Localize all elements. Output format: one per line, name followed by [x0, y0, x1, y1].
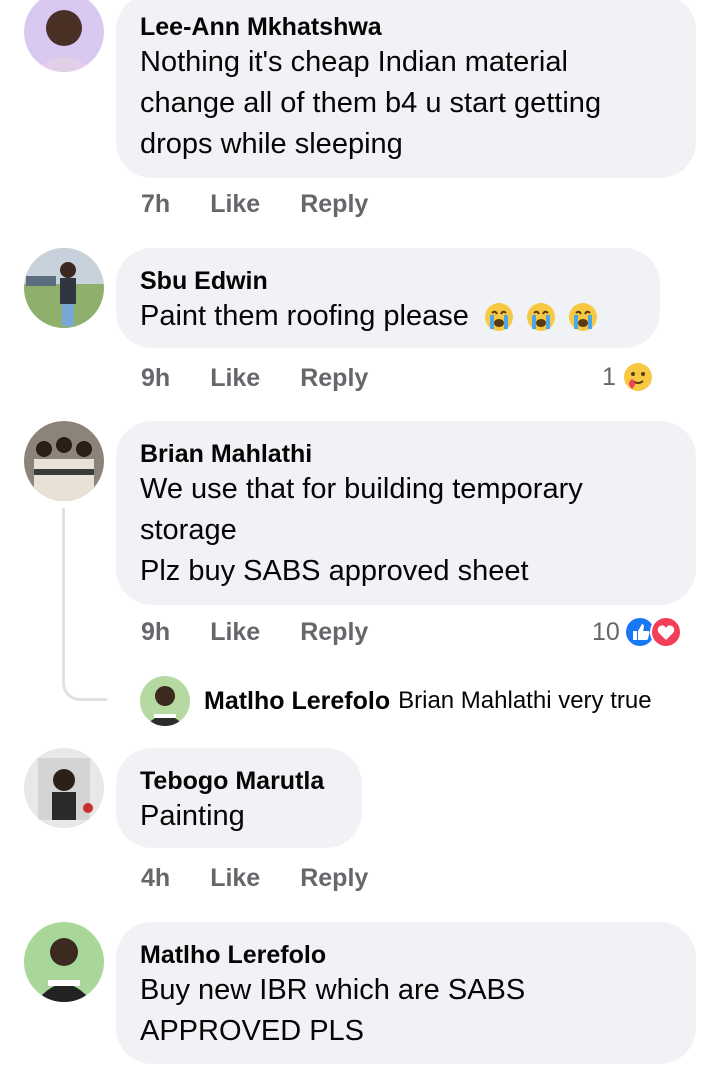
like-button[interactable]: Like — [210, 618, 260, 647]
comment-actions: 9h Like Reply — [141, 364, 368, 393]
thread-line — [62, 508, 107, 701]
crying-face-icon — [484, 303, 513, 332]
reaction-summary[interactable]: 10 — [592, 616, 682, 648]
comment-text-line: storage — [140, 514, 237, 546]
reply-preview[interactable]: Matlho Lerefolo Brian Mahlathi very true — [140, 676, 652, 726]
comment-author[interactable]: Brian Mahlathi — [140, 439, 696, 469]
comment-time[interactable]: 9h — [141, 364, 170, 393]
crying-face-icon — [527, 303, 555, 332]
avatar[interactable] — [24, 748, 104, 828]
reaction-summary[interactable]: 1 — [602, 361, 654, 393]
care-reaction-icon — [623, 363, 652, 391]
reaction-count: 1 — [602, 362, 616, 391]
comment-bubble: Brian Mahlathi We use that for building … — [116, 421, 696, 605]
comment-text-line: Painting — [140, 800, 245, 832]
comment-text-line: drops while sleeping — [140, 128, 403, 160]
comment-author[interactable]: Sbu Edwin — [140, 266, 660, 296]
comment-text-line: We use that for building temporary — [140, 473, 583, 505]
like-button[interactable]: Like — [210, 190, 260, 219]
comment-bubble: Lee-Ann Mkhatshwa Nothing it's cheap Ind… — [116, 0, 696, 178]
reply-button[interactable]: Reply — [300, 618, 368, 647]
avatar[interactable] — [24, 248, 104, 328]
reply-button[interactable]: Reply — [300, 864, 368, 893]
comment-actions: 7h Like Reply — [141, 190, 368, 219]
reaction-count: 10 — [592, 617, 620, 646]
comment-actions: 9h Like Reply — [141, 618, 368, 647]
reply-button[interactable]: Reply — [300, 364, 368, 393]
crying-face-icon — [569, 303, 598, 332]
reply-button[interactable]: Reply — [300, 190, 368, 219]
comment-author[interactable]: Matlho Lerefolo — [140, 940, 696, 970]
comment-time[interactable]: 7h — [141, 190, 170, 219]
love-reaction-icon — [649, 616, 682, 648]
comment-text-line: APPROVED PLS — [140, 1015, 365, 1047]
like-button[interactable]: Like — [210, 364, 260, 393]
reply-text: Brian Mahlathi very true — [398, 687, 652, 714]
avatar[interactable] — [24, 421, 104, 501]
avatar[interactable] — [24, 922, 104, 1002]
comment-text-line: Nothing it's cheap Indian material — [140, 46, 568, 78]
comment-bubble: Sbu Edwin Paint them roofing please — [116, 248, 660, 348]
avatar[interactable] — [24, 0, 104, 72]
comment-text-line: Plz buy SABS approved sheet — [140, 555, 529, 587]
comment-bubble: Tebogo Marutla Painting — [116, 748, 362, 848]
comment-time[interactable]: 4h — [141, 864, 170, 893]
comment-author[interactable]: Tebogo Marutla — [140, 766, 362, 796]
like-button[interactable]: Like — [210, 864, 260, 893]
avatar[interactable] — [140, 676, 190, 726]
comment-text-line: change all of them b4 u start getting — [140, 87, 602, 119]
comment-bubble: Matlho Lerefolo Buy new IBR which are SA… — [116, 922, 696, 1064]
comment-text-line: Buy new IBR which are SABS — [140, 974, 526, 1006]
comment-actions: 4h Like Reply — [141, 864, 368, 893]
comment-time[interactable]: 9h — [141, 618, 170, 647]
comment-text-line: Paint them roofing please — [140, 296, 660, 337]
reply-author[interactable]: Matlho Lerefolo — [204, 687, 390, 716]
comment-author[interactable]: Lee-Ann Mkhatshwa — [140, 12, 696, 42]
